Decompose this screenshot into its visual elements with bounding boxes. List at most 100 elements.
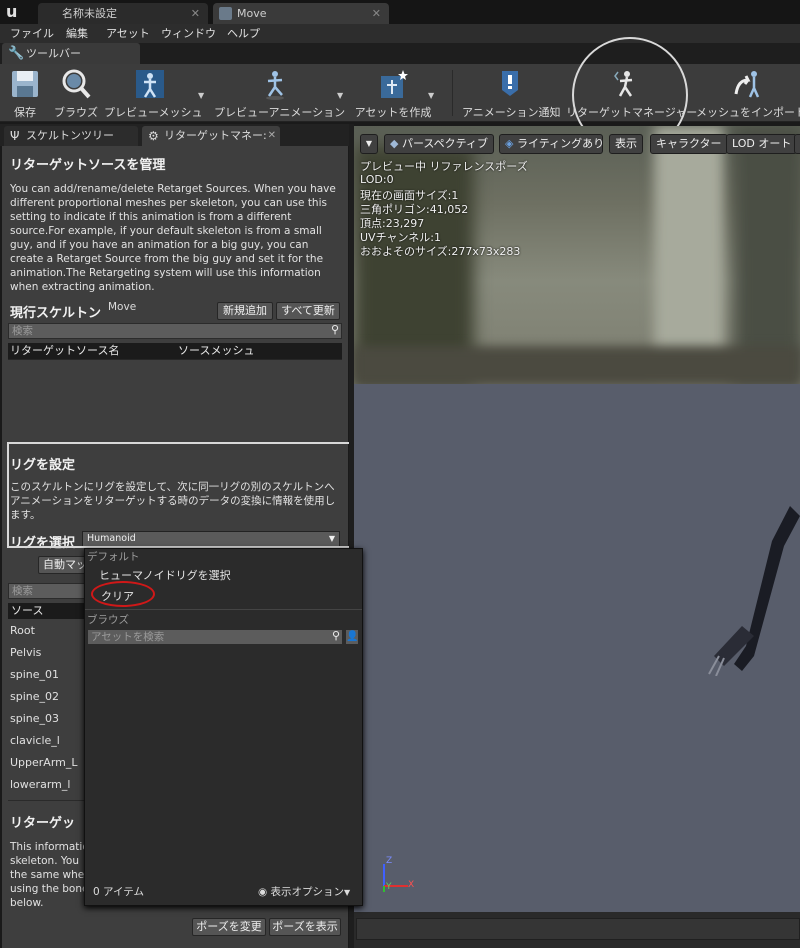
gear-icon: ⚙ [148,129,159,143]
axis-y-label: Y [386,882,392,892]
divider [85,609,362,610]
retarget-source-title: リターゲットソースを管理 [10,158,166,173]
description-line: below. [10,897,44,909]
viewport-options-button[interactable]: ▼ [360,134,378,154]
close-icon[interactable]: ✕ [191,3,200,24]
animation-notify-button[interactable]: アニメーション通知 [462,64,561,122]
user-filter-icon[interactable]: 👤 [345,629,359,645]
preview-animation-label: プレビューアニメーション [214,106,346,119]
skeletal-mesh-icon [136,70,164,98]
tab-move[interactable]: Move ✕ [213,3,389,24]
bone-row[interactable]: Pelvis [10,646,41,659]
perspective-label: パースペクティブ [401,137,488,150]
toolbar-separator [452,70,453,116]
toolbar-tab-label: ツールバー [26,47,81,60]
magnifier-icon [62,69,91,99]
view-options-button[interactable]: ◉ 表示オプション▼ [258,884,350,899]
rig-select-popup: デフォルト ヒューマノイドリグを選択 クリア ブラウズ アセットを検索 ⚲ 👤 … [84,548,363,906]
tab-toolbar[interactable]: 🔧 ツールバー [2,43,140,64]
retarget-source-description: You can add/rename/delete Retarget Sourc… [10,183,336,293]
save-icon [12,71,38,97]
save-button[interactable]: 保存 [4,64,46,122]
stat-preview-mode: プレビュー中 リファレンスポーズ [360,160,528,173]
import-mesh-label: メッシュをインポート [696,106,800,119]
divider [8,359,342,360]
axis-x-label: X [408,880,415,890]
create-asset-button[interactable]: アセットを作成 [352,64,434,122]
menu-help[interactable]: ヘルプ [227,24,260,43]
perspective-button[interactable]: ◆ パースペクティブ [384,134,494,154]
chevron-down-icon: ▼ [344,888,351,897]
lod-auto-button[interactable]: LOD オート [726,134,798,154]
perspective-icon: ◆ [390,137,402,150]
current-skeleton-label: 現行スケルトン [10,306,102,321]
bone-row[interactable]: Root [10,624,35,637]
description-line: skeleton. You [10,855,79,867]
close-icon[interactable]: ✕ [372,3,381,24]
description-line: using the bone [10,883,89,895]
unreal-logo-icon[interactable]: u [6,3,24,21]
search-placeholder: 検索 [12,325,33,337]
current-skeleton-value: Move [108,301,137,313]
menu-asset[interactable]: アセット [106,24,150,43]
view-pose-button[interactable]: ポーズを表示 [269,918,341,936]
search-icon: ⚲ [330,323,339,336]
preview-viewport[interactable]: ▼ ◆ パースペクティブ ◈ ライティングあり 表示 キャラクター LOD オー… [354,126,800,912]
bone-row[interactable]: spine_01 [10,668,59,681]
col-source-mesh[interactable]: ソースメッシュ [178,343,254,359]
tab-retarget-manager[interactable]: ⚙ リターゲットマネー: ✕ [142,126,280,146]
chevron-down-icon[interactable]: ▼ [337,91,343,100]
preview-animation-button[interactable]: プレビューアニメーション [214,64,346,122]
view-options-label: 表示オプション [270,886,345,898]
chevron-down-icon[interactable]: ▼ [428,91,434,100]
lighting-button[interactable]: ◈ ライティングあり [499,134,603,154]
show-button[interactable]: 表示 [609,134,643,154]
retarget-pose-title: リターゲッ [10,816,76,831]
update-all-button[interactable]: すべて更新 [276,302,340,320]
bone-row[interactable]: spine_02 [10,690,59,703]
bone-row[interactable]: spine_03 [10,712,59,725]
tab-untitled[interactable]: 名称未設定 ✕ [38,3,208,24]
retarget-manager-tab-label: リターゲットマネー: [164,129,267,142]
bone-row[interactable]: UpperArm_L [10,756,78,769]
menu-file[interactable]: ファイル [10,24,54,43]
import-mesh-button[interactable]: メッシュをインポート [696,64,800,122]
menu-edit[interactable]: 編集 [66,24,88,43]
timeline-area[interactable] [356,918,800,940]
browse-button[interactable]: ブラウズ [54,64,98,122]
save-label: 保存 [14,106,36,119]
close-icon[interactable]: ✕ [268,126,276,146]
bone-row[interactable]: lowerarm_l [10,778,70,791]
stat-approx-size: おおよそのサイズ:277x73x283 [360,245,521,258]
eye-icon: ◉ [258,886,271,898]
item-count: 0 アイテム [93,886,144,898]
tab-label: Move [237,7,267,20]
retarget-source-search-input[interactable]: 検索 ⚲ [8,323,342,339]
preview-mesh-button[interactable]: プレビューメッシュ [104,64,203,122]
lighting-label: ライティングあり [516,137,603,150]
modify-pose-button[interactable]: ポーズを変更 [192,918,266,936]
section-browse-label: ブラウズ [87,614,129,626]
bone-row[interactable]: clavicle_l [10,734,60,747]
lighting-icon: ◈ [505,137,517,150]
add-new-button[interactable]: 新規追加 [217,302,273,320]
toolbar-tab-row: 🔧 ツールバー [0,43,800,64]
description-line: This informatio [10,841,89,853]
character-button[interactable]: キャラクター [650,134,728,154]
retarget-source-table-header: リターゲットソース名 ソースメッシュ [8,343,342,359]
asset-search-input[interactable]: アセットを検索 ⚲ [87,629,343,645]
col-source-name[interactable]: リターゲットソース名 [10,343,119,359]
viewport-more-button[interactable] [794,134,800,154]
create-asset-label: アセットを作成 [354,106,432,119]
retarget-pose-description: This informatio skeleton. You the same w… [10,840,90,910]
background-blur-pillar [654,126,724,376]
preview-mesh-label: プレビューメッシュ [104,106,203,119]
notify-icon [502,71,518,96]
background-ground [354,346,800,386]
tab-skeleton-tree[interactable]: Ψ スケルトンツリー [4,126,138,146]
clear-highlight-circle [91,581,155,607]
animation-icon [219,7,232,20]
menu-window[interactable]: ウィンドウ [161,24,216,43]
chevron-down-icon[interactable]: ▼ [198,91,204,100]
rig-section-highlight-box [7,442,378,548]
